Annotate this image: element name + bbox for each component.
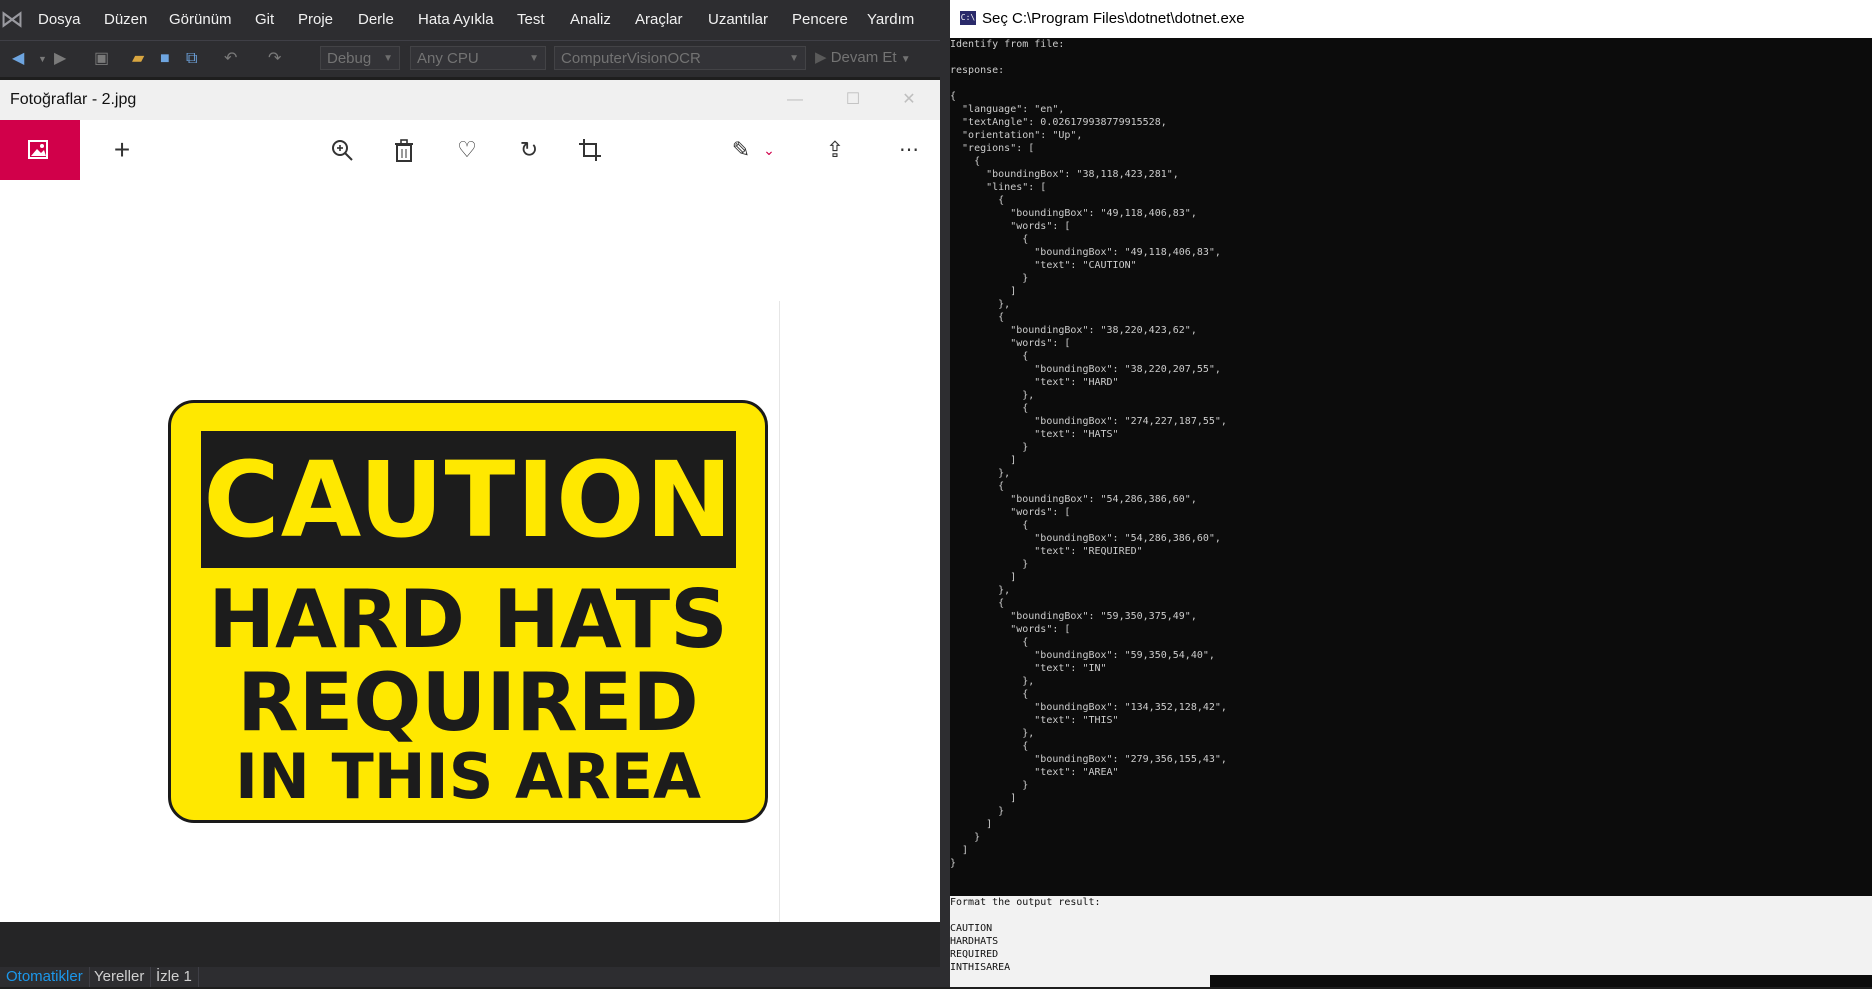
navigate-forward-icon[interactable]: ▶ [54,49,66,69]
console-titlebar: C:\ Seç C:\Program Files\dotnet\dotnet.e… [950,0,1872,38]
minimize-icon[interactable]: — [772,80,818,120]
vs-menubar: ⋈ Dosya Düzen Görünüm Git Proje Derle Ha… [0,0,950,40]
chevron-down-icon[interactable]: ⌄ [754,135,784,165]
platform-value: Any CPU [417,50,479,67]
menu-test[interactable]: Test [517,0,545,40]
more-icon[interactable]: ⋯ [894,135,924,165]
vs-toolbar: ◀ ▼ ▶ ▣ ▰ ■ ⧉ ↶ ↷ Debug ▼ Any CPU ▼ Comput… [0,40,950,77]
startup-project-value: ComputerVisionOCR [561,50,701,67]
crop-icon[interactable] [578,138,602,162]
chevron-down-icon: ▼ [529,53,539,64]
navigate-back-icon[interactable]: ◀ [12,49,24,69]
console-app-icon: C:\ [960,11,976,25]
platform-select[interactable]: Any CPU ▼ [410,46,546,70]
menu-dosya[interactable]: Dosya [38,0,81,40]
save-all-icon[interactable]: ⧉ [186,49,197,69]
share-icon[interactable]: ⇪ [820,135,850,165]
delete-icon[interactable] [394,139,414,163]
menu-analiz[interactable]: Analiz [570,0,611,40]
zoom-in-icon[interactable] [331,139,355,163]
caution-band: CAUTION [201,431,736,568]
vs-debug-tabs: Otomatikler Yereller İzle 1 [0,967,940,987]
vs-background-strip [940,0,950,987]
menu-hata-ayikla[interactable]: Hata Ayıkla [418,0,494,40]
menu-gorunum[interactable]: Görünüm [169,0,232,40]
photos-titlebar: Fotoğraflar - 2.jpg — ☐ ✕ [0,80,940,120]
console-selected-output[interactable]: Format the output result: CAUTION HARDHA… [950,896,1872,987]
gallery-icon [28,140,48,159]
sign-line-1: HARD HATS [208,573,728,666]
startup-project-select[interactable]: ComputerVisionOCR ▼ [554,46,806,70]
menu-proje[interactable]: Proje [298,0,333,40]
menu-yardim[interactable]: Yardım [867,0,914,40]
favorite-icon[interactable]: ♡ [452,135,482,165]
menu-duzen[interactable]: Düzen [104,0,147,40]
continue-button[interactable]: ▶ Devam Et ▼ [815,46,911,70]
add-icon[interactable]: + [107,135,137,165]
sign-caution-text: CAUTION [203,439,734,561]
menu-pencere[interactable]: Pencere [792,0,848,40]
save-icon[interactable]: ■ [160,49,170,69]
edit-draw-icon[interactable]: ✎ [726,135,756,165]
caution-sign-image: CAUTION HARD HATS REQUIRED IN THIS AREA [168,400,768,823]
configuration-value: Debug [327,50,372,67]
photos-window-title: Fotoğraflar - 2.jpg [10,91,137,108]
photos-window: Fotoğraflar - 2.jpg — ☐ ✕ + ♡ ↻ ✎ ⌄ ⇪ ⋯ … [0,80,940,988]
tab-izle-1[interactable]: İzle 1 [150,967,199,987]
menu-derle[interactable]: Derle [358,0,394,40]
open-folder-icon[interactable]: ▰ [132,49,144,69]
menu-araclar[interactable]: Araçlar [635,0,683,40]
console-window-title: Seç C:\Program Files\dotnet\dotnet.exe [982,10,1245,27]
redo-icon[interactable]: ↷ [268,49,281,69]
sign-line-3: IN THIS AREA [234,740,702,813]
menu-uzantilar[interactable]: Uzantılar [708,0,768,40]
photos-toolbar: + ♡ ↻ ✎ ⌄ ⇪ ⋯ [0,120,940,180]
play-icon: ▶ [815,49,827,66]
rotate-icon[interactable]: ↻ [514,135,544,165]
continue-label: Devam Et [830,49,897,66]
sign-line-2: REQUIRED [237,656,699,749]
gallery-button[interactable] [0,120,80,180]
chevron-down-icon: ▼ [789,53,799,64]
chevron-down-icon: ▼ [383,53,393,64]
visual-studio-logo-icon[interactable]: ⋈ [0,6,24,34]
undo-icon[interactable]: ↶ [224,49,237,69]
chevron-down-icon[interactable]: ▼ [38,49,47,69]
console-window: C:\ Seç C:\Program Files\dotnet\dotnet.e… [950,0,1872,987]
vs-debug-panel: Otomatikler Yereller İzle 1 [0,922,940,987]
menu-git[interactable]: Git [255,0,274,40]
format-output-text: Format the output result: CAUTION HARDHA… [950,897,1101,973]
configuration-select[interactable]: Debug ▼ [320,46,400,70]
tab-yereller[interactable]: Yereller [88,967,152,987]
close-icon[interactable]: ✕ [886,80,932,120]
console-output[interactable]: Identify from file: response: { "languag… [950,38,1872,896]
new-project-icon[interactable]: ▣ [94,49,109,69]
console-bottom-edge [1210,975,1872,987]
chevron-down-icon: ▼ [900,54,911,65]
tab-otomatikler[interactable]: Otomatikler [0,967,90,987]
maximize-icon[interactable]: ☐ [830,80,876,120]
